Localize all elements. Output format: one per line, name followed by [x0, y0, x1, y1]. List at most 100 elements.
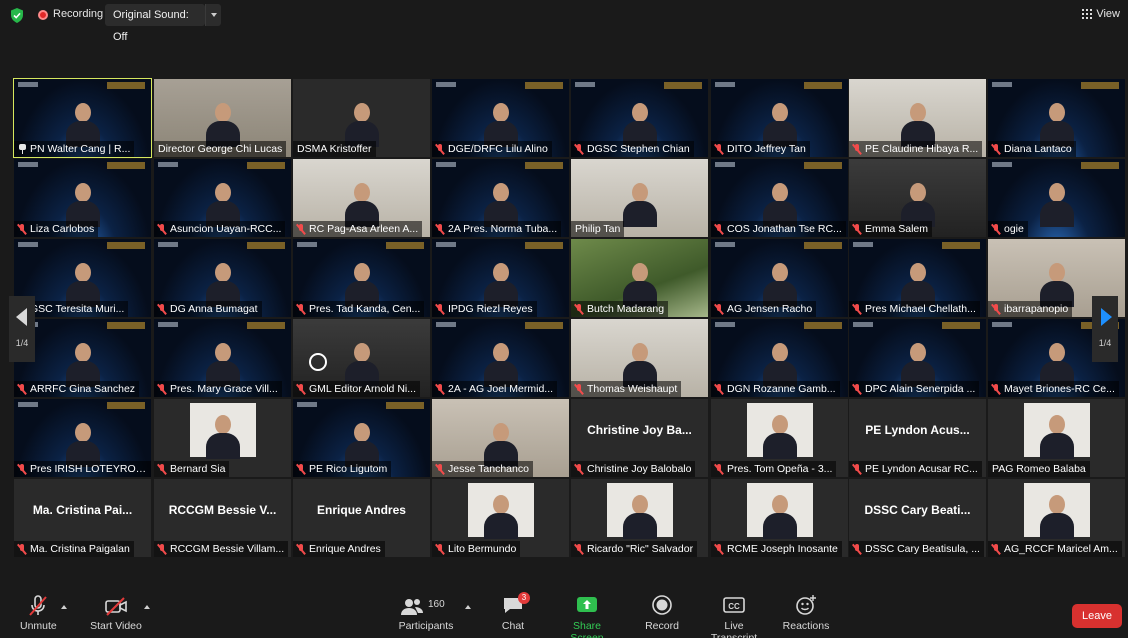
participant-tile[interactable]: DSSC Cary Beati... DSSC Cary Beatisula, .… [849, 479, 986, 557]
muted-microphone-icon [296, 224, 306, 234]
original-sound-button[interactable]: Original Sound: Off [105, 4, 205, 43]
muted-microphone-icon [991, 304, 1001, 314]
participant-name-label: IPDG Riezl Reyes [432, 301, 537, 317]
participant-tile[interactable]: DG Anna Bumagat [154, 239, 291, 317]
live-transcript-button[interactable]: CC Live Transcript [700, 594, 768, 638]
participant-name-label: Pres. Mary Grace Vill... [154, 381, 282, 397]
participant-video-figure [65, 101, 100, 147]
participant-name-label: AG_RCCF Maricel Am... [988, 541, 1122, 557]
audio-options-caret-icon[interactable] [61, 603, 69, 611]
muted-microphone-icon [574, 384, 584, 394]
participant-name-label: Diana Lantaco [988, 141, 1076, 157]
participant-tile[interactable]: 2A Pres. Norma Tuba... [432, 159, 569, 237]
participant-tile[interactable]: PE Lyndon Acus... PE Lyndon Acusar RC... [849, 399, 986, 477]
participant-tile[interactable]: COS Jonathan Tse RC... [711, 159, 848, 237]
participant-tile[interactable]: RC Pag-Asa Arleen A... [293, 159, 430, 237]
participant-tile[interactable]: 2A - AG Joel Mermid... [432, 319, 569, 397]
original-sound-dropdown-icon[interactable] [205, 4, 221, 26]
participant-tile[interactable]: Jesse Tanchanco [432, 399, 569, 477]
chat-button[interactable]: 3 Chat [498, 592, 530, 632]
pin-icon [18, 144, 27, 154]
participant-tile[interactable]: Pres Michael Chellath... [849, 239, 986, 317]
participant-name-label: PE Rico Ligutom [293, 461, 392, 477]
participant-video-figure [344, 261, 379, 307]
participant-video-figure [1039, 261, 1074, 307]
participant-tile[interactable]: AG_RCCF Maricel Am... [988, 479, 1125, 557]
security-shield-icon[interactable] [10, 8, 24, 23]
participant-tile[interactable]: DPC Alain Senerpida ... [849, 319, 986, 397]
participant-tile[interactable]: Enrique Andres Enrique Andres [293, 479, 430, 557]
participant-tile[interactable]: AG Jensen Racho [711, 239, 848, 317]
view-button[interactable]: View [1082, 8, 1120, 20]
muted-microphone-icon [157, 304, 167, 314]
muted-microphone-icon [852, 384, 862, 394]
participant-tile[interactable]: PN Walter Cang | R... [13, 78, 152, 158]
unmute-button[interactable]: Unmute [20, 594, 57, 632]
participant-tile[interactable]: PE Rico Ligutom [293, 399, 430, 477]
participant-name-label: Enrique Andres [293, 541, 385, 557]
participant-tile[interactable]: Christine Joy Ba... Christine Joy Balobal… [571, 399, 708, 477]
participant-tile[interactable]: Pres. Tom Opeña - 3... [711, 399, 848, 477]
participant-video-figure [900, 261, 935, 307]
participant-name-label: Pres. Tad Kanda, Cen... [293, 301, 425, 317]
muted-microphone-icon [435, 544, 445, 554]
participant-tile[interactable]: PAG Romeo Balaba [988, 399, 1125, 477]
participant-tile[interactable]: DGE/DRFC Lilu Alino [432, 79, 569, 157]
participant-tile[interactable]: Lito Bermundo [432, 479, 569, 557]
participant-profile-photo [746, 403, 813, 459]
microphone-muted-icon [29, 595, 47, 616]
participant-tile[interactable]: Ma. Cristina Pai... Ma. Cristina Paigalan [14, 479, 151, 557]
participant-tile[interactable]: Diana Lantaco [988, 79, 1125, 157]
video-off-icon [105, 597, 127, 616]
start-video-button[interactable]: Start Video [90, 594, 142, 632]
participant-name-label: Philip Tan [571, 221, 625, 237]
participant-video-figure [900, 181, 935, 227]
participant-video-figure [344, 341, 379, 387]
participant-tile[interactable]: RCCGM Bessie V... RCCGM Bessie Villam... [154, 479, 291, 557]
participant-video-figure [762, 261, 797, 307]
participant-display-name: Enrique Andres [317, 503, 406, 517]
participant-tile[interactable]: DGN Rozanne Gamb... [711, 319, 848, 397]
participant-profile-photo [1023, 483, 1090, 539]
muted-microphone-icon [296, 384, 306, 394]
participant-tile[interactable]: ogie [988, 159, 1125, 237]
muted-microphone-icon [852, 544, 862, 554]
muted-microphone-icon [296, 544, 306, 554]
participants-caret-icon[interactable] [465, 603, 473, 611]
participant-name-label: Christine Joy Balobalo [571, 461, 696, 477]
participant-tile[interactable]: PE Claudine Hibaya R... [849, 79, 986, 157]
participants-button[interactable]: 160 Participants [398, 594, 454, 632]
muted-microphone-icon [157, 224, 167, 234]
participant-tile[interactable]: Pres. Mary Grace Vill... [154, 319, 291, 397]
participant-tile[interactable]: RCME Joseph Inosante [711, 479, 848, 557]
participant-tile[interactable]: DSMA Kristoffer [293, 79, 430, 157]
reactions-label: Reactions [782, 620, 830, 632]
participant-tile[interactable]: Pres. Tad Kanda, Cen... [293, 239, 430, 317]
next-page-button[interactable]: 1/4 [1092, 296, 1118, 362]
leave-button[interactable]: Leave [1072, 604, 1122, 628]
record-button[interactable]: Record [643, 594, 681, 632]
emoji-reaction-icon [796, 595, 816, 615]
participant-tile[interactable]: Bernard Sia [154, 399, 291, 477]
participant-name-label: Pres Michael Chellath... [849, 301, 980, 317]
participant-tile[interactable]: Liza Carlobos [14, 159, 151, 237]
participant-tile[interactable]: GML Editor Arnold Ni... [293, 319, 430, 397]
participant-tile[interactable]: IPDG Riezl Reyes [432, 239, 569, 317]
video-options-caret-icon[interactable] [144, 603, 152, 611]
participant-tile[interactable]: Emma Salem [849, 159, 986, 237]
start-video-label: Start Video [90, 620, 142, 632]
participant-tile[interactable]: Butch Madarang [571, 239, 708, 317]
participant-tile[interactable]: Philip Tan [571, 159, 708, 237]
participant-name-label: Asuncion Uayan-RCC... [154, 221, 286, 237]
participant-tile[interactable]: Asuncion Uayan-RCC... [154, 159, 291, 237]
participant-tile[interactable]: Thomas Weishaupt [571, 319, 708, 397]
participant-tile[interactable]: Pres IRISH LOTEYRO/... [14, 399, 151, 477]
participant-tile[interactable]: Director George Chi Lucas [154, 79, 291, 157]
reactions-button[interactable]: Reactions [782, 594, 830, 632]
participant-name-label: 2A - AG Joel Mermid... [432, 381, 558, 397]
participant-tile[interactable]: DGSC Stephen Chian [571, 79, 708, 157]
participant-tile[interactable]: Ricardo "Ric" Salvador [571, 479, 708, 557]
participant-tile[interactable]: DITO Jeffrey Tan [711, 79, 848, 157]
previous-page-button[interactable]: 1/4 [9, 296, 35, 362]
share-screen-button[interactable]: Share Screen [556, 594, 618, 638]
